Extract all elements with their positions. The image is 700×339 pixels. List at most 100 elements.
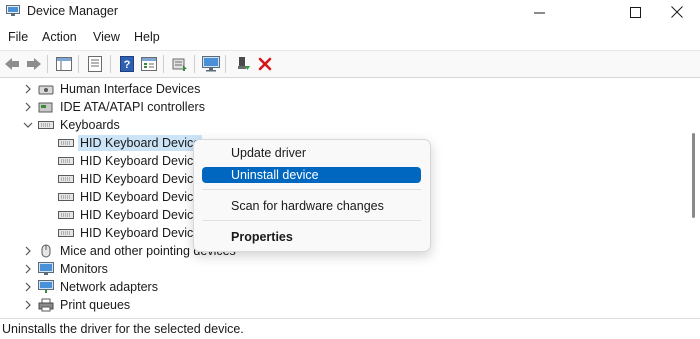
tree-node-keyboards[interactable]: Keyboards [22,116,122,134]
context-menu-uninstall-device[interactable]: Uninstall device [202,167,421,183]
back-arrow-icon [5,58,19,70]
toolbar-separator [225,55,226,73]
status-bar: Uninstalls the driver for the selected d… [0,318,700,339]
svg-text:?: ? [124,59,131,71]
tree-node-ide-ata-atapi-controllers[interactable]: IDE ATA/ATAPI controllers [22,98,207,116]
minimize-button[interactable] [516,0,562,24]
tree-node-label: HID Keyboard Device [80,172,201,186]
help-button[interactable]: ? [117,54,137,74]
toolbar-separator [163,55,164,73]
menu-view[interactable]: View [93,30,120,44]
vertical-scrollbar[interactable] [688,78,700,318]
tree-node-hid-keyboard-device[interactable]: HID Keyboard Device [58,170,202,188]
uninstall-x-icon [258,57,272,71]
device-manager-app-icon [6,5,20,16]
tree-node-label: Monitors [60,262,108,276]
chevron-right-icon[interactable] [22,278,34,296]
context-menu: Update driver Uninstall device Scan for … [193,139,431,252]
scan-hardware-button[interactable] [170,54,190,74]
chevron-down-icon[interactable] [22,116,34,134]
keyboard-icon [58,154,74,168]
tree-node-print-queues[interactable]: Print queues [22,296,132,314]
tree-node-label: Human Interface Devices [60,82,201,96]
chevron-right-icon[interactable] [22,80,34,98]
toolbar-separator [110,55,111,73]
chevron-right-icon[interactable] [22,98,34,116]
toolbar-separator [47,55,48,73]
tree-node-hid-keyboard-device[interactable]: HID Keyboard Device [58,206,202,224]
menu-action[interactable]: Action [42,30,77,44]
tree-node-label: HID Keyboard Device [80,226,201,240]
tree-node-label: IDE ATA/ATAPI controllers [60,100,205,114]
tree-node-human-interface-devices[interactable]: Human Interface Devices [22,80,202,98]
monitor-icon [38,262,54,276]
enable-device-button[interactable] [233,54,253,74]
toolbar-separator [194,55,195,73]
forward-button[interactable] [24,54,44,74]
chevron-right-icon[interactable] [22,296,34,314]
tree-node-label: Keyboards [60,118,120,132]
list-view-button[interactable] [139,54,159,74]
hid-icon [38,82,54,96]
context-menu-separator [202,189,421,190]
monitor-button[interactable] [201,54,221,74]
maximize-icon [629,6,641,18]
context-menu-separator [202,220,421,221]
menu-file[interactable]: File [8,30,28,44]
toolbar-separator [78,55,79,73]
properties-button[interactable] [85,54,105,74]
show-hide-console-tree-icon [56,57,72,71]
monitor-icon [202,56,220,72]
context-menu-update-driver[interactable]: Update driver [202,145,421,161]
context-menu-scan-for-hardware-changes[interactable]: Scan for hardware changes [202,198,421,214]
keyboard-icon [38,118,54,132]
toolbar: ? [0,50,700,78]
keyboard-icon [58,172,74,186]
close-button[interactable] [654,0,700,24]
back-button[interactable] [2,54,22,74]
enable-device-icon [238,57,250,70]
keyboard-icon [58,226,74,240]
menu-bar: File Action View Help [0,27,700,47]
keyboard-icon [58,190,74,204]
scrollbar-thumb[interactable] [692,133,695,218]
window-title: Device Manager [27,4,119,18]
mouse-icon [38,244,54,258]
scan-hardware-icon [172,58,187,71]
tree-node-hid-keyboard-device[interactable]: HID Keyboard Device [58,188,202,206]
menu-help[interactable]: Help [134,30,160,44]
tree-node-label: Network adapters [60,280,158,294]
context-menu-item-label: Scan for hardware changes [231,199,384,213]
context-menu-item-label: Properties [231,230,293,244]
forward-arrow-icon [27,58,41,70]
keyboard-icon [58,208,74,222]
context-menu-item-label: Update driver [231,146,307,160]
tree-node-monitors[interactable]: Monitors [22,260,110,278]
tree-node-label: HID Keyboard Device [80,208,201,222]
minimize-icon [533,12,545,13]
ide-controller-icon [38,100,54,114]
tree-node-hid-keyboard-device[interactable]: HID Keyboard Device [58,134,203,152]
tree-node-label: HID Keyboard Device [78,135,203,151]
show-hide-console-tree-button[interactable] [54,54,74,74]
keyboard-icon [58,136,74,150]
chevron-right-icon[interactable] [22,260,34,278]
uninstall-device-button[interactable] [255,54,275,74]
list-view-icon [141,57,157,71]
properties-sheet-icon [88,56,102,72]
tree-node-hid-keyboard-device[interactable]: HID Keyboard Device [58,152,202,170]
context-menu-properties[interactable]: Properties [202,229,421,245]
help-icon: ? [120,56,134,72]
close-icon [671,6,683,18]
tree-node-label: HID Keyboard Device [80,190,201,204]
tree-node-network-adapters[interactable]: Network adapters [22,278,160,296]
context-menu-item-label: Uninstall device [231,168,319,182]
maximize-button[interactable] [612,0,658,24]
tree-node-hid-keyboard-device[interactable]: HID Keyboard Device [58,224,202,242]
tree-node-label: Print queues [60,298,131,312]
printer-icon [38,298,54,312]
status-text: Uninstalls the driver for the selected d… [2,322,244,336]
title-bar: Device Manager [0,0,700,24]
tree-node-label: HID Keyboard Device [80,154,201,168]
chevron-right-icon[interactable] [22,242,34,260]
